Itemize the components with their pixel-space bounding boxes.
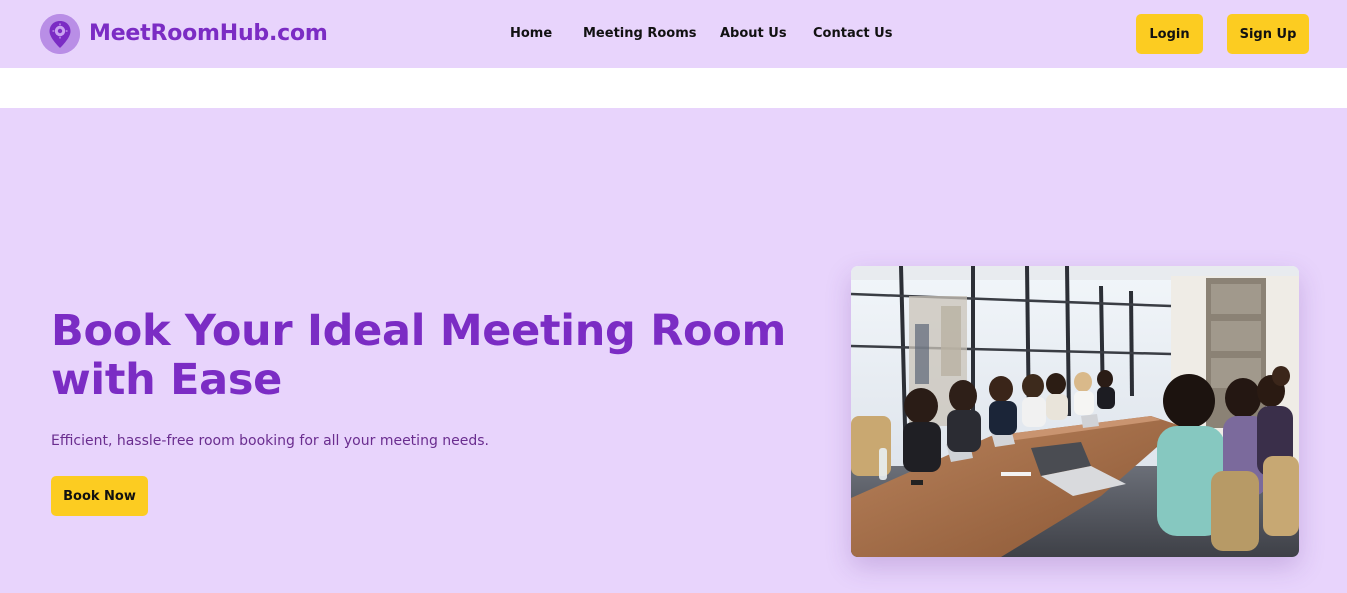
book-now-button[interactable]: Book Now [51, 476, 148, 516]
nav-link-home[interactable]: Home [510, 24, 552, 44]
hero-subtitle: Efficient, hassle-free room booking for … [51, 433, 490, 449]
location-pin-icon[interactable] [40, 14, 80, 54]
signup-button[interactable]: Sign Up [1227, 14, 1309, 54]
nav-link-about-us[interactable]: About Us [720, 24, 787, 44]
header-spacer [0, 68, 1347, 108]
navbar: MeetRoomHub.com Home Meeting Rooms About… [0, 0, 1347, 68]
hero-title: Book Your Ideal Meeting Room with Ease [51, 306, 786, 405]
login-button[interactable]: Login [1136, 14, 1203, 54]
nav-link-meeting-rooms[interactable]: Meeting Rooms [583, 24, 696, 44]
nav-link-contact-us[interactable]: Contact Us [813, 24, 892, 44]
brand-name[interactable]: MeetRoomHub.com [89, 19, 328, 49]
meeting-room-photo [851, 266, 1299, 557]
